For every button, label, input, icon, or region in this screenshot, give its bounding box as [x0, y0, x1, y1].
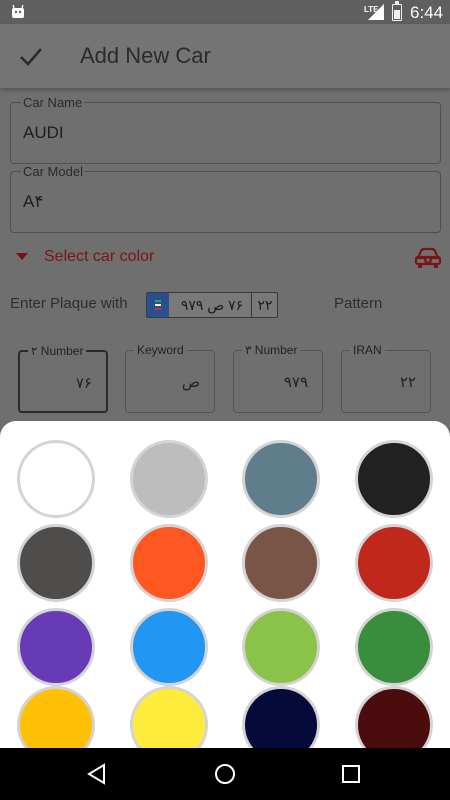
- plaque-number3-value: ۹۷۹: [283, 374, 308, 391]
- color-swatch[interactable]: [355, 686, 433, 748]
- car-name-field[interactable]: Car Name AUDI: [10, 95, 441, 164]
- plaque-label: Enter Plaque with: [10, 295, 128, 312]
- color-swatch[interactable]: [130, 524, 208, 602]
- signal-icon: [368, 4, 384, 20]
- battery-icon: [392, 1, 402, 21]
- plaque-keyword-label: Keyword: [134, 343, 187, 357]
- plaque-preview: ۷۶ ص ۹۷۹ ۲۲: [146, 292, 278, 318]
- back-icon[interactable]: [86, 763, 108, 785]
- color-swatch[interactable]: [355, 524, 433, 602]
- plaque-keyword-value: ص: [181, 374, 200, 391]
- car-name-label: Car Name: [21, 95, 85, 110]
- color-swatch[interactable]: [242, 440, 320, 518]
- android-icon: [12, 4, 24, 18]
- select-color-label: Select car color: [44, 248, 155, 265]
- color-swatch[interactable]: [17, 686, 95, 748]
- plaque-iran-value: ۲۲: [399, 374, 416, 391]
- plaque-number2-value: ۷۶: [75, 375, 92, 392]
- car-model-value: A۴: [23, 192, 44, 211]
- color-swatch[interactable]: [130, 686, 208, 748]
- color-swatch[interactable]: [242, 686, 320, 748]
- plaque-number2-label: ۲ Number: [28, 344, 87, 358]
- color-swatch[interactable]: [17, 608, 95, 686]
- color-swatch[interactable]: [242, 524, 320, 602]
- home-icon[interactable]: [214, 763, 236, 785]
- plaque-keyword-field[interactable]: Keyword ص: [125, 343, 215, 413]
- color-swatch[interactable]: [355, 608, 433, 686]
- plaque-iran-label: IRAN: [350, 343, 385, 357]
- plaque-number2-field[interactable]: ۲ Number ۷۶: [18, 344, 108, 413]
- navigation-bar: [0, 748, 450, 800]
- color-swatch[interactable]: [242, 608, 320, 686]
- caret-down-icon: [16, 253, 28, 260]
- color-swatch[interactable]: [130, 608, 208, 686]
- car-model-label: Car Model: [21, 164, 85, 179]
- page-title: Add New Car: [80, 43, 211, 68]
- plate-iran-text: ۲۲: [257, 297, 273, 313]
- pattern-label: Pattern: [334, 295, 383, 312]
- plaque-number3-label: ۳ Number: [242, 343, 301, 357]
- recents-icon[interactable]: [342, 765, 360, 783]
- color-swatch[interactable]: [130, 440, 208, 518]
- app-bar: Add New Car: [0, 24, 450, 88]
- status-bar: LTE 6:44: [0, 0, 450, 24]
- color-swatch[interactable]: [355, 440, 433, 518]
- select-color-toggle[interactable]: Select car color: [0, 240, 450, 276]
- plate-main-text: ۷۶ ص ۹۷۹: [180, 297, 244, 313]
- plate-divider: [251, 293, 252, 317]
- plaque-iran-field[interactable]: IRAN ۲۲: [341, 343, 431, 413]
- clock: 6:44: [410, 3, 444, 22]
- color-swatch[interactable]: [17, 440, 95, 518]
- plaque-number3-field[interactable]: ۳ Number ۹۷۹: [233, 343, 323, 413]
- car-name-value: AUDI: [23, 123, 64, 142]
- iran-flag-icon: [147, 293, 169, 317]
- car-icon: [414, 247, 442, 268]
- car-model-field[interactable]: Car Model A۴: [10, 164, 441, 233]
- check-icon[interactable]: [18, 44, 44, 68]
- color-swatch[interactable]: [17, 524, 95, 602]
- color-picker-sheet: [0, 421, 450, 748]
